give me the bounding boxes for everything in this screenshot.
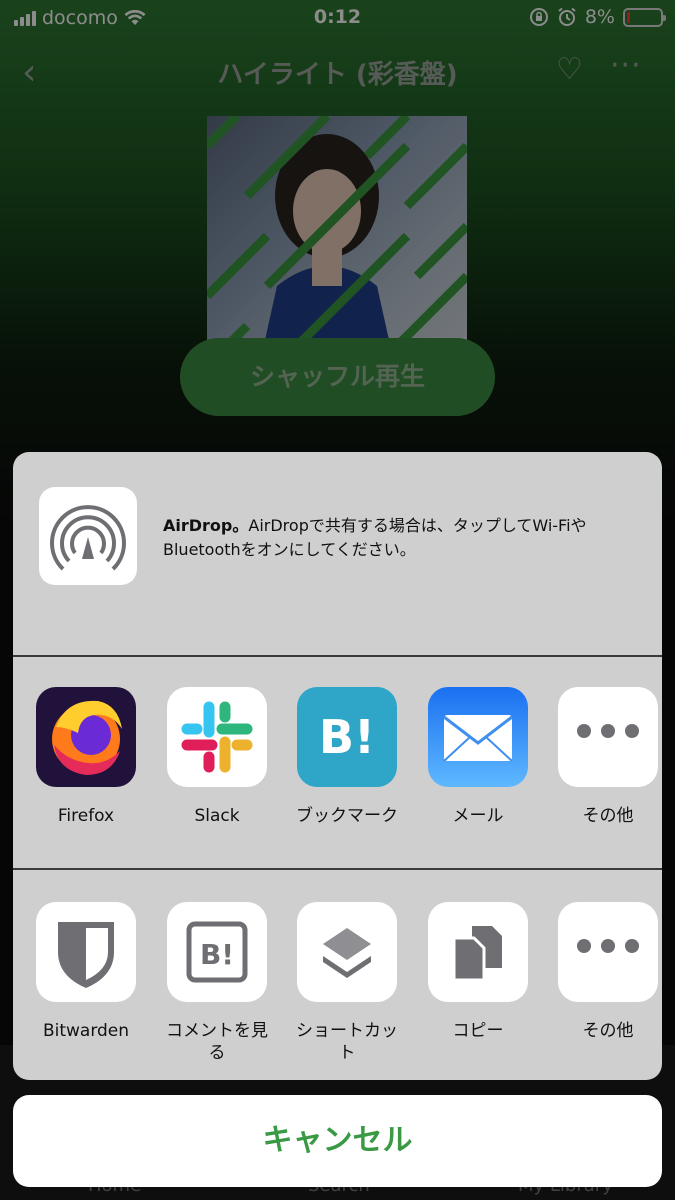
share-app-mail[interactable]: メール <box>423 687 533 827</box>
app-label: ブックマーク <box>296 806 398 826</box>
hatena-comment-icon: B! <box>167 902 267 1002</box>
share-apps-row: Firefox Slack B! ブックマーク メール その他 <box>13 657 662 867</box>
action-label: ショートカット <box>296 1021 398 1063</box>
action-label: Bitwarden <box>42 1021 130 1041</box>
app-label: その他 <box>582 806 634 826</box>
more-icon <box>558 902 658 1002</box>
cancel-button[interactable]: キャンセル <box>13 1095 662 1187</box>
copy-icon <box>428 902 528 1002</box>
action-label: その他 <box>582 1021 634 1041</box>
bitwarden-icon <box>36 902 136 1002</box>
airdrop-message: AirDrop。AirDropで共有する場合は、タップしてWi-Fiや Blue… <box>163 514 633 562</box>
action-shortcuts[interactable]: ショートカット <box>292 902 402 1064</box>
action-more[interactable]: その他 <box>553 902 662 1042</box>
shortcuts-icon <box>297 902 397 1002</box>
share-app-more[interactable]: その他 <box>553 687 662 827</box>
action-label: コピー <box>452 1021 504 1041</box>
app-label: Firefox <box>57 806 115 826</box>
firefox-icon <box>36 687 136 787</box>
action-bitwarden[interactable]: Bitwarden <box>31 902 141 1042</box>
mail-icon <box>428 687 528 787</box>
share-app-firefox[interactable]: Firefox <box>31 687 141 827</box>
svg-text:B!: B! <box>200 938 234 971</box>
airdrop-title: AirDrop。 <box>163 516 249 535</box>
more-icon <box>558 687 658 787</box>
app-label: メール <box>452 806 504 826</box>
action-label: コメントを見る <box>166 1021 268 1063</box>
hatena-bookmark-icon: B! <box>297 687 397 787</box>
svg-text:B!: B! <box>319 710 375 764</box>
share-actions-row: Bitwarden B! コメントを見る ショートカット コピー その他 <box>13 870 662 1080</box>
app-label: Slack <box>194 806 240 826</box>
share-sheet: AirDrop。AirDropで共有する場合は、タップしてWi-Fiや Blue… <box>13 452 662 1080</box>
action-copy[interactable]: コピー <box>423 902 533 1042</box>
airdrop-icon[interactable] <box>39 487 137 585</box>
share-app-slack[interactable]: Slack <box>162 687 272 827</box>
share-app-hatena-bookmark[interactable]: B! ブックマーク <box>292 687 402 827</box>
slack-icon <box>167 687 267 787</box>
airdrop-row[interactable]: AirDrop。AirDropで共有する場合は、タップしてWi-Fiや Blue… <box>13 452 662 655</box>
action-hatena-comment[interactable]: B! コメントを見る <box>162 902 272 1064</box>
